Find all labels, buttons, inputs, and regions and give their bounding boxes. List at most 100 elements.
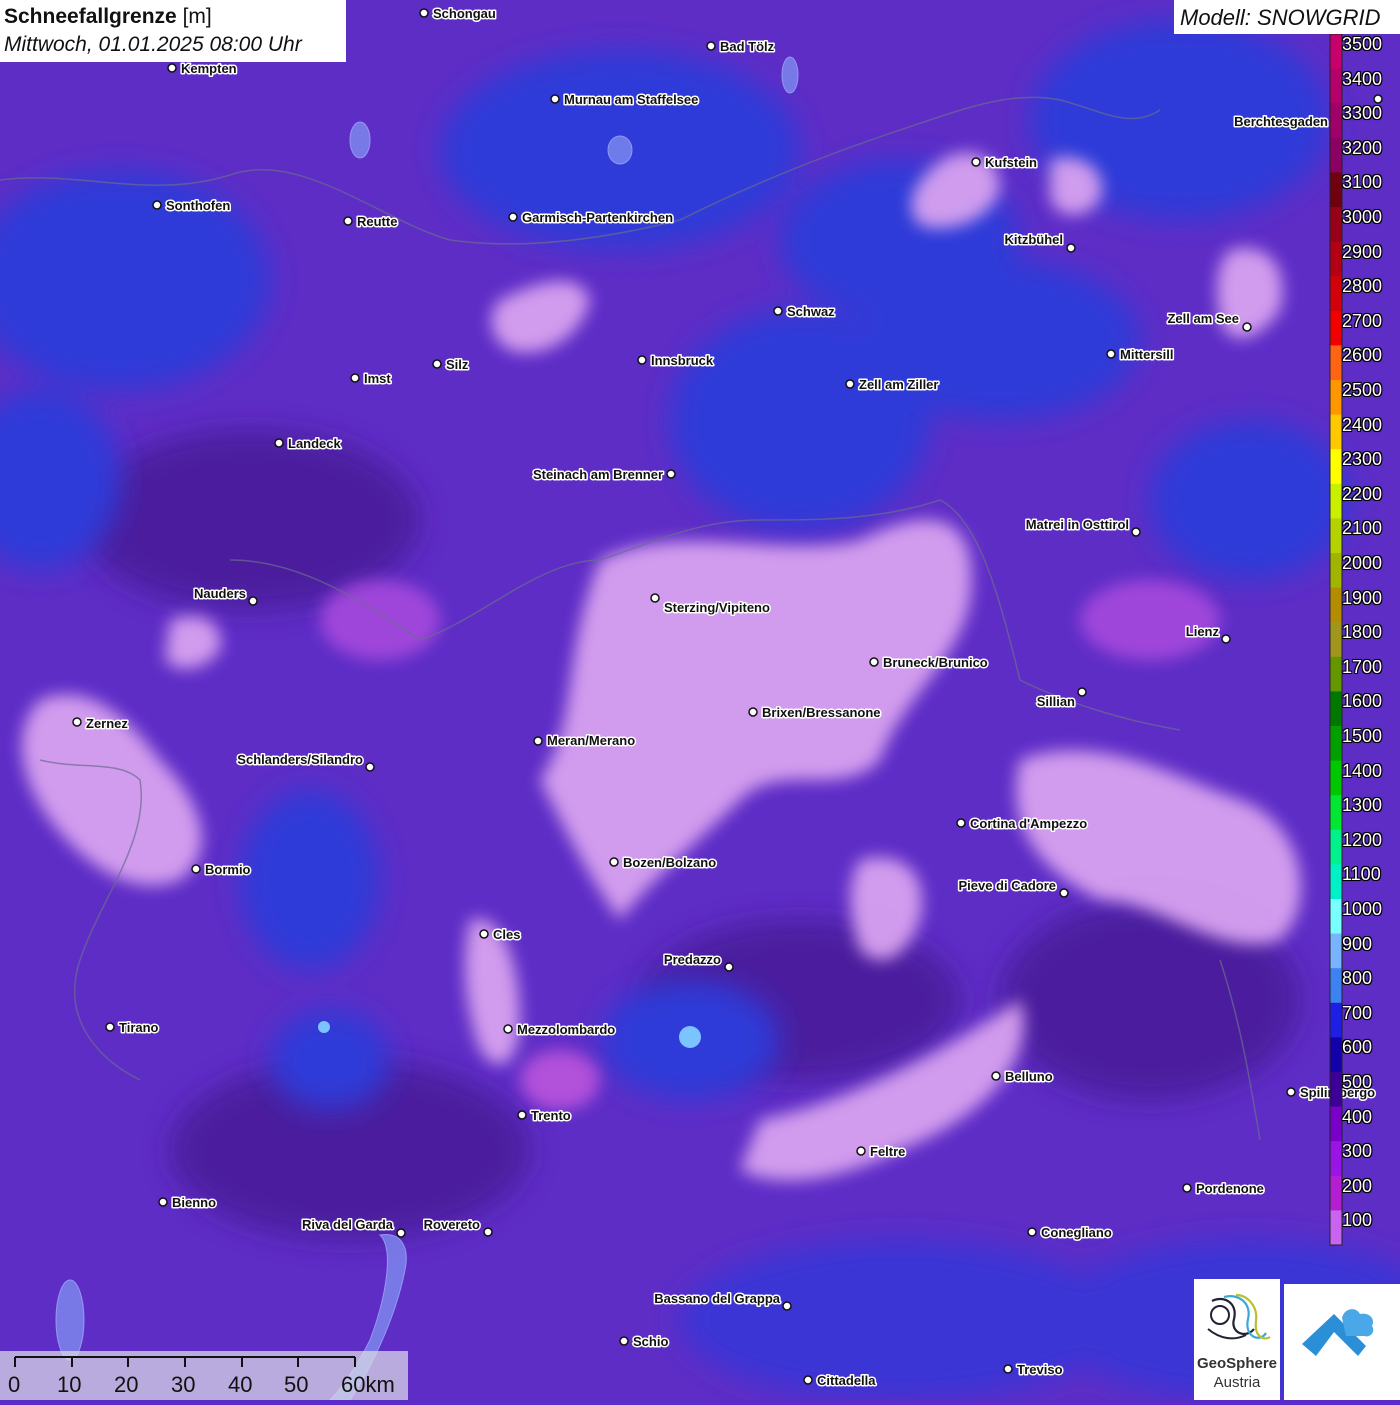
scale-label: 50 [284, 1372, 309, 1397]
city-label: Reutte [357, 214, 397, 229]
scale-label: 20 [114, 1372, 139, 1397]
legend-swatch [1330, 933, 1342, 969]
city-dot-icon [432, 359, 442, 369]
legend-swatch [1330, 310, 1342, 346]
legend-swatch [1330, 241, 1342, 277]
snowgrid-logo[interactable] [1284, 1284, 1400, 1400]
legend-swatch [1330, 1072, 1342, 1108]
city-marker: Murnau am Staffelsee [550, 91, 700, 109]
mountain-cloud-icon [1302, 1309, 1374, 1356]
legend-label: 1300 [1342, 795, 1383, 816]
legend-label: 2600 [1342, 345, 1383, 366]
legend-swatch [1330, 587, 1342, 623]
legend-label: 1800 [1342, 622, 1383, 643]
city-dot-icon [650, 593, 660, 603]
legend-label: 800 [1342, 968, 1373, 989]
city-label: Pordenone [1196, 1181, 1264, 1196]
city-label: Predazzo [664, 952, 721, 967]
city-label: Innsbruck [651, 353, 714, 368]
scale-label: 30 [171, 1372, 196, 1397]
city-dot-icon [1059, 888, 1069, 898]
city-dot-icon [619, 1336, 629, 1346]
legend-label: 2300 [1342, 449, 1383, 470]
legend-label: 2400 [1342, 414, 1383, 435]
legend-label: 100 [1342, 1210, 1373, 1231]
city-dot-icon [637, 355, 647, 365]
legend-label: 700 [1342, 1002, 1373, 1023]
legend-swatch [1330, 137, 1342, 173]
city-label: Kitzbühel [1005, 232, 1064, 247]
city-dot-icon [1027, 1227, 1037, 1237]
legend-label: 1900 [1342, 587, 1383, 608]
city-marker: Mezzolombardo [503, 1021, 617, 1039]
legend-label: 600 [1342, 1037, 1373, 1058]
city-dot-icon [773, 306, 783, 316]
city-dot-icon [508, 212, 518, 222]
city-dot-icon [517, 1110, 527, 1120]
legend-swatch [1330, 622, 1342, 658]
city-label: Schwaz [787, 304, 835, 319]
city-dot-icon [1066, 243, 1076, 253]
city-label: Bad Tölz [720, 39, 775, 54]
legend-swatch [1330, 345, 1342, 381]
legend-color-bar [1329, 33, 1343, 1246]
city-dot-icon [971, 157, 981, 167]
legend-swatch [1330, 1106, 1342, 1142]
legend-swatch [1330, 899, 1342, 935]
city-dot-icon [869, 657, 879, 667]
legend-label: 300 [1342, 1141, 1373, 1162]
legend-swatch [1330, 1210, 1342, 1246]
city-dot-icon [550, 94, 560, 104]
legend-swatch [1330, 656, 1342, 692]
legend-label: 3000 [1342, 207, 1383, 227]
model-box: Modell: SNOWGRID [1174, 0, 1400, 34]
legend-label: 1600 [1342, 691, 1383, 712]
city-label: Cittadella [817, 1373, 876, 1388]
title-unit: [m] [182, 5, 212, 28]
geosphere-mark-icon [1207, 1293, 1271, 1340]
legend-label: 2200 [1342, 483, 1383, 504]
legend-label: 1200 [1342, 829, 1383, 850]
city-label: Sonthofen [166, 198, 230, 213]
scale-label: 40 [228, 1372, 253, 1397]
city-dot-icon [105, 1022, 115, 1032]
legend-label: 400 [1342, 1106, 1373, 1127]
city-label: Brixen/Bressanone [762, 705, 881, 720]
legend-swatch [1330, 864, 1342, 900]
city-label: Bormio [205, 862, 251, 877]
legend-swatch [1330, 1002, 1342, 1038]
city-dot-icon [1077, 687, 1087, 697]
city-label: Schio [633, 1334, 668, 1349]
scale-bar: 0 10 20 30 40 50 60km [0, 1351, 408, 1400]
legend-label: 1500 [1342, 726, 1383, 746]
city-label: Treviso [1017, 1362, 1063, 1377]
geosphere-logo[interactable]: GeoSphere Austria [1194, 1279, 1280, 1400]
city-label: Tirano [119, 1020, 159, 1035]
legend-swatch [1330, 829, 1342, 865]
city-label: Meran/Merano [547, 733, 635, 748]
legend-swatch [1330, 518, 1342, 554]
city-label: Belluno [1005, 1069, 1053, 1084]
city-dot-icon [609, 857, 619, 867]
city-label: Riva del Garda [302, 1217, 394, 1232]
city-label: Bassano del Grappa [654, 1291, 780, 1306]
legend-label: 3500 [1342, 34, 1383, 54]
city-dot-icon [956, 818, 966, 828]
city-dot-icon [419, 8, 429, 18]
city-dot-icon [396, 1228, 406, 1238]
city-label: Bienno [172, 1195, 216, 1210]
legend-swatch [1330, 726, 1342, 762]
legend-swatch [1330, 1037, 1342, 1073]
legend-swatch [1330, 691, 1342, 727]
city-dot-icon [191, 864, 201, 874]
legend-swatch [1330, 795, 1342, 831]
city-dot-icon [856, 1146, 866, 1156]
city-marker: Conegliano [1027, 1224, 1113, 1242]
city-dot-icon [72, 717, 82, 727]
city-label: Nauders [194, 586, 246, 601]
city-dot-icon [1221, 634, 1231, 644]
scale-label: 0 [8, 1372, 21, 1397]
city-dot-icon [845, 379, 855, 389]
city-marker: Bozen/Bolzano [609, 854, 718, 872]
city-label: Kufstein [985, 155, 1037, 170]
